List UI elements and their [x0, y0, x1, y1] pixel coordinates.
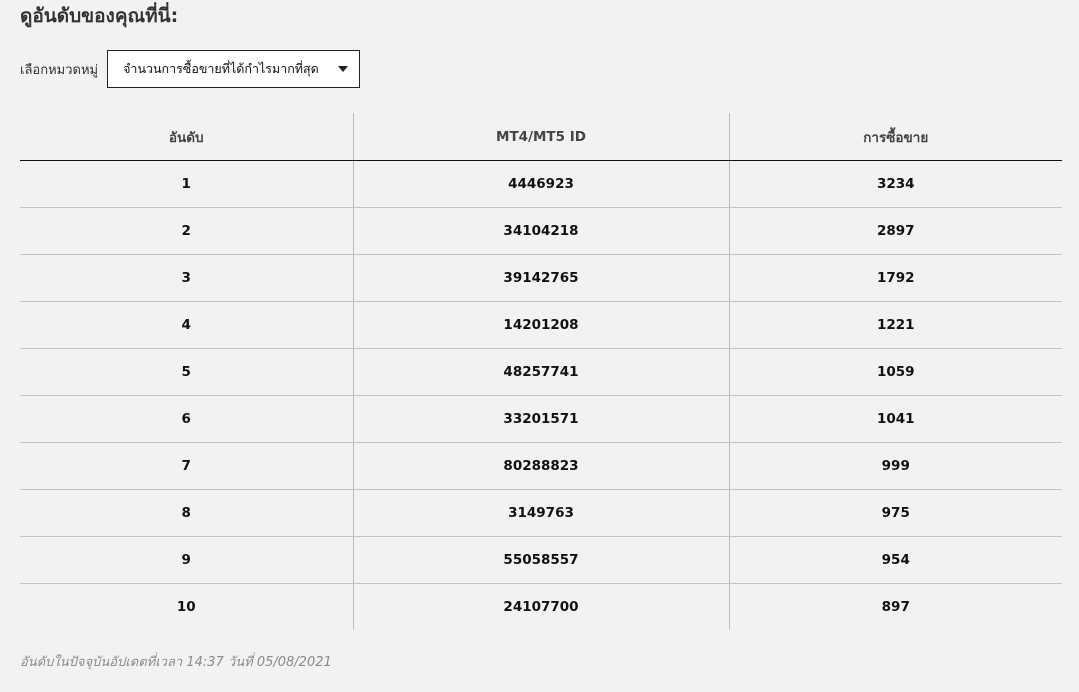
account-id-cell: 14201208	[352, 301, 729, 349]
account-id-cell: 55058557	[352, 536, 729, 584]
rank-cell: 5	[20, 348, 353, 396]
account-id-cell: 80288823	[352, 442, 729, 490]
rank-cell: 8	[20, 489, 353, 537]
rank-cell: 10	[176, 599, 196, 615]
account-id-cell: 48257741	[352, 348, 729, 396]
category-select[interactable]: จำนวนการซื้อขายที่ได้กำไรมากที่สุด	[107, 50, 361, 88]
table-row: 9 55058557 954	[20, 536, 1062, 584]
column-header-account-id: MT4/MT5 ID	[352, 113, 729, 161]
table-row: 2 34104218 2897	[20, 207, 1062, 255]
chevron-down-icon	[338, 66, 349, 72]
table-row: 6 33201571 1041	[20, 395, 1062, 443]
account-id-cell: 24107700	[352, 583, 729, 630]
table-row: 3 39142765 1792	[20, 254, 1062, 302]
trades-cell: 999	[728, 442, 1062, 490]
trades-cell: 1059	[728, 348, 1062, 396]
table-row: 8 3149763 975	[20, 489, 1062, 537]
column-header-trades: การซื้อขาย	[728, 113, 1062, 161]
rank-cell: 4	[20, 301, 353, 349]
column-header-rank: อันดับ	[20, 113, 353, 161]
account-id-cell: 34104218	[352, 207, 729, 255]
account-id-cell: 33201571	[352, 395, 729, 443]
table-header-row: อันดับ MT4/MT5 ID การซื้อขาย	[20, 113, 1062, 161]
category-select-value: จำนวนการซื้อขายที่ได้กำไรมากที่สุด	[123, 61, 319, 76]
table-row: 7 80288823 999	[20, 442, 1062, 490]
trades-cell: 3234	[728, 160, 1062, 208]
table-row: 1 4446923 3234	[20, 160, 1062, 208]
rank-cell: 1	[20, 160, 353, 208]
rank-cell: 7	[20, 442, 353, 490]
category-filter-label: เลือกหมวดหมู่	[20, 62, 99, 78]
table-row: 4 14201208 1221	[20, 301, 1062, 349]
category-filter: เลือกหมวดหมู่ จำนวนการซื้อขายที่ได้กำไรม…	[20, 50, 361, 88]
trades-cell: 1792	[728, 254, 1062, 302]
rank-cell: 6	[20, 395, 353, 443]
account-id-cell: 4446923	[352, 160, 729, 208]
trades-cell: 2897	[728, 207, 1062, 255]
table-row: 5 48257741 1059	[20, 348, 1062, 396]
trades-cell: 975	[728, 489, 1062, 537]
trades-cell: 954	[728, 536, 1062, 584]
last-updated-note: อันดับในปัจจุบันอัปเดตที่เวลา 14:37 วันท…	[20, 655, 332, 670]
ranking-table: อันดับ MT4/MT5 ID การซื้อขาย 1 4446923 3…	[20, 113, 1062, 630]
leaderboard-page: ดูอันดับของคุณที่นี่: เลือกหมวดหมู่ จำนว…	[0, 0, 1079, 692]
account-id-cell: 39142765	[352, 254, 729, 302]
trades-cell: 1221	[728, 301, 1062, 349]
trades-cell: 1041	[728, 395, 1062, 443]
rank-cell: 2	[20, 207, 353, 255]
rank-cell: 3	[20, 254, 353, 302]
trades-cell: 897	[728, 583, 1062, 630]
account-id-cell: 3149763	[352, 489, 729, 537]
page-title: ดูอันดับของคุณที่นี่:	[20, 5, 179, 27]
table-row: 10 24107700 897	[20, 583, 1062, 630]
rank-cell: 9	[20, 536, 353, 584]
